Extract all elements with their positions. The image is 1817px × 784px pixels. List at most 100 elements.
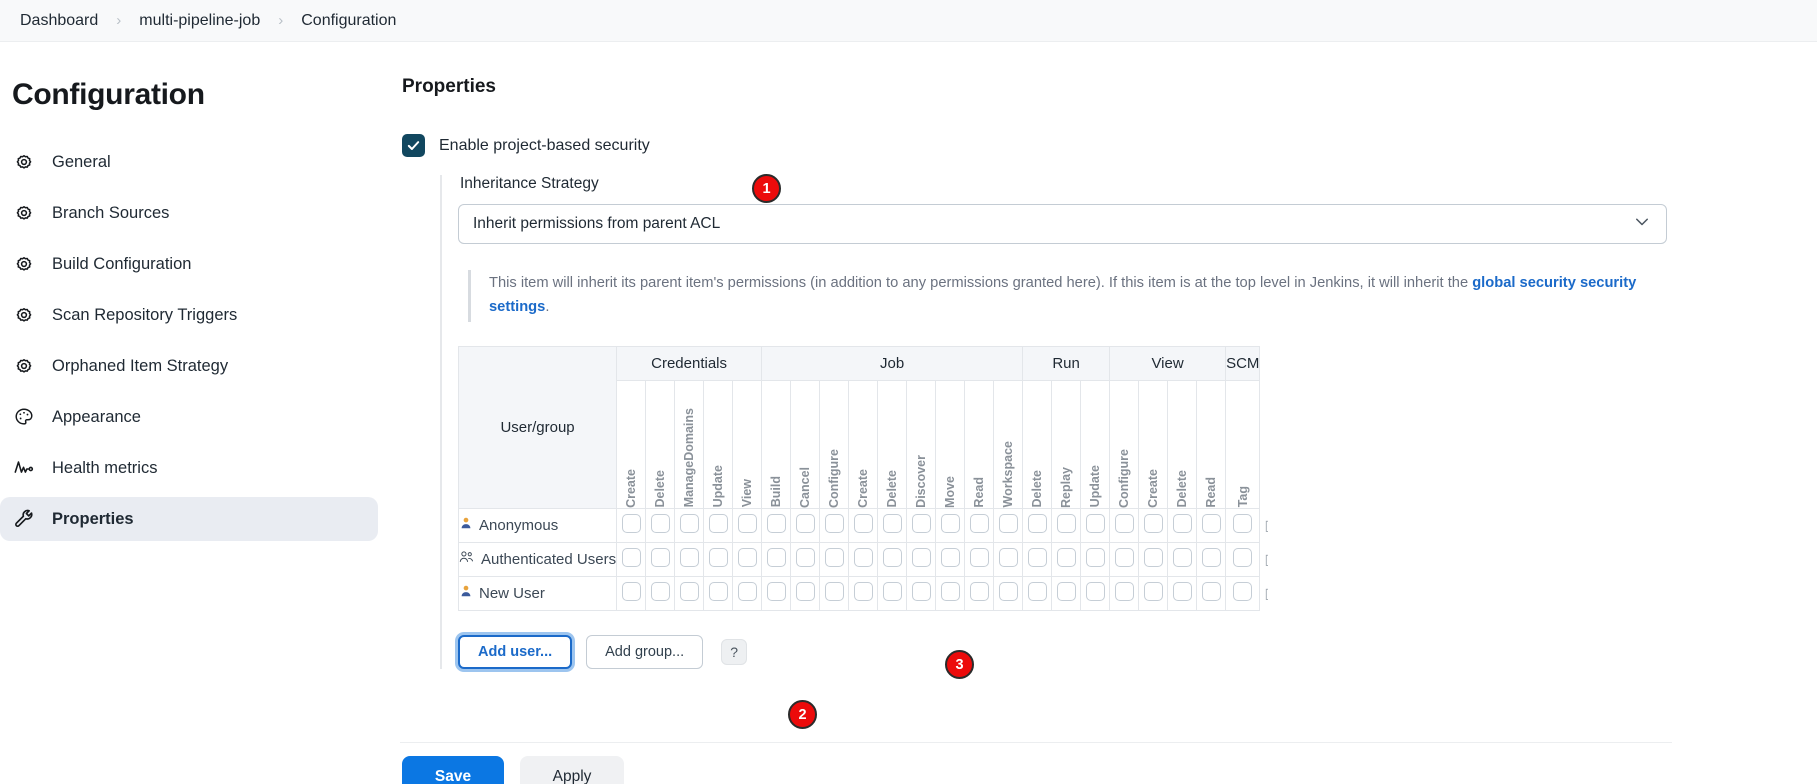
permission-checkbox[interactable] [969, 548, 989, 568]
perm-cell[interactable] [993, 541, 1024, 577]
permission-checkbox[interactable] [766, 514, 786, 534]
perm-cell[interactable] [703, 507, 734, 543]
permission-checkbox[interactable] [1027, 548, 1047, 568]
permission-checkbox[interactable] [1143, 548, 1163, 568]
permission-checkbox[interactable] [853, 548, 873, 568]
permission-checkbox[interactable] [708, 548, 728, 568]
perm-cell[interactable] [877, 541, 908, 577]
perm-cell[interactable] [645, 507, 676, 543]
permission-checkbox[interactable] [969, 582, 989, 602]
perm-cell[interactable] [674, 507, 705, 543]
perm-cell[interactable] [1022, 575, 1053, 611]
perm-cell[interactable] [1022, 507, 1053, 543]
perm-cell[interactable] [761, 541, 792, 577]
permission-checkbox[interactable] [853, 582, 873, 602]
permission-checkbox[interactable] [1085, 582, 1105, 602]
sidebar-item-properties[interactable]: Properties [0, 497, 378, 541]
perm-cell[interactable] [1196, 507, 1227, 543]
enable-project-based-security-checkbox[interactable] [402, 134, 425, 157]
perm-cell[interactable] [616, 507, 647, 543]
permission-checkbox[interactable] [1056, 548, 1076, 568]
perm-cell[interactable] [1109, 575, 1140, 611]
perm-cell[interactable] [848, 507, 879, 543]
perm-cell[interactable] [964, 507, 995, 543]
perm-cell[interactable] [906, 507, 937, 543]
permission-checkbox[interactable] [940, 548, 960, 568]
permission-checkbox[interactable] [621, 548, 641, 568]
permission-checkbox[interactable] [795, 548, 815, 568]
permission-checkbox[interactable] [621, 514, 641, 534]
perm-cell[interactable] [906, 575, 937, 611]
perm-cell[interactable] [1196, 541, 1227, 577]
permission-checkbox[interactable] [882, 514, 902, 534]
perm-cell[interactable] [1138, 575, 1169, 611]
perm-cell[interactable] [732, 507, 763, 543]
permission-checkbox[interactable] [650, 548, 670, 568]
breadcrumb-item-job[interactable]: multi-pipeline-job [121, 12, 278, 30]
permission-checkbox[interactable] [795, 582, 815, 602]
permission-checkbox[interactable] [882, 548, 902, 568]
breadcrumb-item-configuration[interactable]: Configuration [283, 12, 414, 30]
perm-cell[interactable] [906, 541, 937, 577]
perm-cell[interactable] [1051, 541, 1082, 577]
perm-cell[interactable] [1196, 575, 1227, 611]
select-all-icon[interactable] [1265, 551, 1268, 568]
permission-checkbox[interactable] [824, 514, 844, 534]
permission-checkbox[interactable] [1172, 548, 1192, 568]
sidebar-item-appearance[interactable]: Appearance [0, 395, 378, 439]
perm-cell[interactable] [703, 575, 734, 611]
perm-cell[interactable] [1080, 541, 1111, 577]
perm-cell[interactable] [1080, 507, 1111, 543]
perm-cell[interactable] [877, 507, 908, 543]
sidebar-item-orphaned-item-strategy[interactable]: Orphaned Item Strategy [0, 344, 378, 388]
permission-checkbox[interactable] [1027, 582, 1047, 602]
perm-cell[interactable] [935, 575, 966, 611]
permission-checkbox[interactable] [1114, 514, 1134, 534]
sidebar-item-branch-sources[interactable]: Branch Sources [0, 191, 378, 235]
perm-cell[interactable] [993, 507, 1024, 543]
permission-checkbox[interactable] [1201, 514, 1221, 534]
perm-cell[interactable] [1167, 541, 1198, 577]
permission-checkbox[interactable] [1172, 514, 1192, 534]
permission-checkbox[interactable] [1056, 582, 1076, 602]
permission-checkbox[interactable] [679, 582, 699, 602]
perm-cell[interactable] [1080, 575, 1111, 611]
permission-checkbox[interactable] [679, 548, 699, 568]
perm-cell[interactable] [1167, 575, 1198, 611]
perm-cell[interactable] [1167, 507, 1198, 543]
permission-checkbox[interactable] [766, 548, 786, 568]
permission-checkbox[interactable] [679, 514, 699, 534]
perm-cell[interactable] [935, 507, 966, 543]
permission-checkbox[interactable] [1233, 514, 1253, 534]
perm-cell[interactable] [790, 507, 821, 543]
permission-checkbox[interactable] [1143, 582, 1163, 602]
add-group-button[interactable]: Add group... [586, 634, 704, 669]
permissions-table-container[interactable]: User/group Credentials Job Run View SCM … [458, 345, 1268, 611]
perm-cell[interactable] [732, 575, 763, 611]
permission-checkbox[interactable] [650, 582, 670, 602]
perm-cell[interactable] [790, 541, 821, 577]
permission-checkbox[interactable] [1201, 548, 1221, 568]
permission-checkbox[interactable] [1056, 514, 1076, 534]
permission-checkbox[interactable] [1201, 582, 1221, 602]
permission-checkbox[interactable] [1114, 548, 1134, 568]
permission-checkbox[interactable] [969, 514, 989, 534]
perm-cell[interactable] [819, 541, 850, 577]
perm-cell[interactable] [1225, 507, 1261, 543]
permission-checkbox[interactable] [998, 582, 1018, 602]
perm-cell[interactable] [616, 575, 647, 611]
perm-cell[interactable] [819, 507, 850, 543]
perm-cell[interactable] [732, 541, 763, 577]
permission-checkbox[interactable] [940, 514, 960, 534]
permission-checkbox[interactable] [824, 548, 844, 568]
sidebar-item-health-metrics[interactable]: Health metrics [0, 446, 378, 490]
select-all-icon[interactable] [1265, 585, 1268, 602]
perm-cell[interactable] [703, 541, 734, 577]
permission-checkbox[interactable] [1027, 514, 1047, 534]
permission-checkbox[interactable] [737, 514, 757, 534]
perm-cell[interactable] [877, 575, 908, 611]
perm-cell[interactable] [935, 541, 966, 577]
permission-checkbox[interactable] [1085, 514, 1105, 534]
permission-checkbox[interactable] [1114, 582, 1134, 602]
perm-cell[interactable] [645, 575, 676, 611]
